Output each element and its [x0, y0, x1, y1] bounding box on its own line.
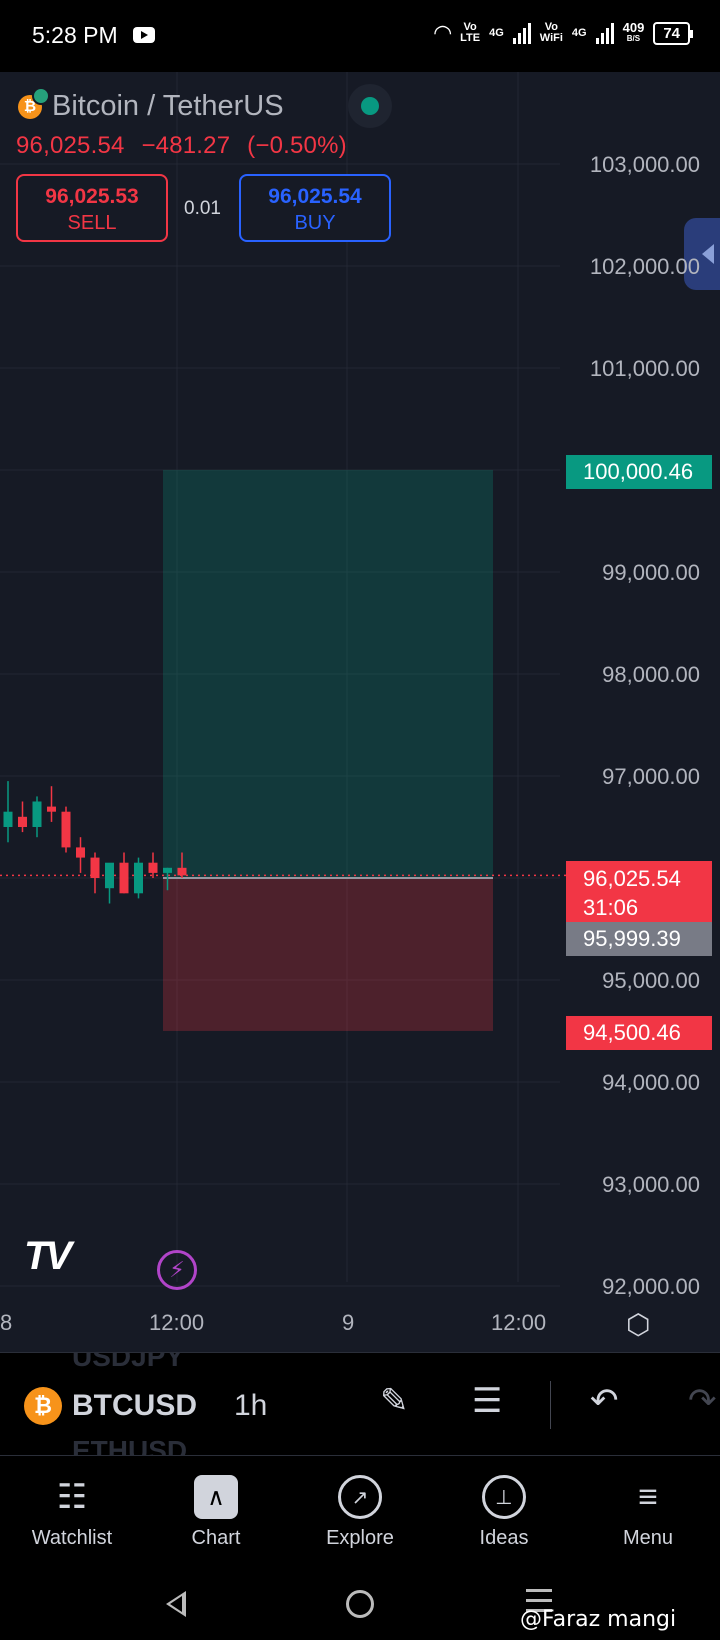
- candle-body: [61, 811, 71, 848]
- candle-body: [148, 862, 158, 873]
- market-open-status-icon[interactable]: [348, 84, 392, 128]
- price-axis-label: 102,000.00: [589, 254, 700, 279]
- price-axis-label: 97,000.00: [602, 764, 700, 789]
- nav-watchlist[interactable]: ☷ Watchlist: [0, 1457, 144, 1569]
- chart-icon: ∧: [194, 1475, 238, 1519]
- candle-body: [18, 816, 27, 827]
- vowifi-indicator: Vo WiFi: [539, 21, 563, 44]
- buy-button[interactable]: 96,025.54 BUY: [239, 174, 391, 242]
- nav-explore[interactable]: ↗ Explore: [288, 1457, 432, 1569]
- take-profit-price-tag[interactable]: 100,000.46: [566, 455, 712, 489]
- price-axis-label: 101,000.00: [589, 356, 700, 381]
- bottom-navigation: ☷ Watchlist ∧ Chart ↗ Explore ⊥ Ideas ≡ …: [0, 1457, 720, 1569]
- spread-value: 0.01: [184, 198, 221, 219]
- nav-chart[interactable]: ∧ Chart: [144, 1457, 288, 1569]
- price-axis-label: 94,000.00: [602, 1070, 700, 1095]
- compass-icon: ↗: [338, 1475, 382, 1519]
- status-icons: ◠ Vo LTE 4G Vo WiFi 4G 409 B/S 74: [434, 20, 693, 46]
- candle-body: [90, 857, 100, 878]
- sell-button[interactable]: 96,025.53 SELL: [16, 174, 168, 242]
- buy-price: 96,025.54: [268, 185, 362, 208]
- list-icon: ☷: [56, 1478, 88, 1516]
- network-type-1: 4G: [489, 27, 504, 39]
- network-type-2: 4G: [571, 27, 587, 39]
- symbol-selector[interactable]: BTCUSDT: [72, 1389, 196, 1423]
- price-axis-label: 92,000.00: [602, 1274, 700, 1299]
- candle-body: [119, 862, 129, 894]
- loss-zone: [163, 878, 493, 1031]
- battery-icon: 74: [653, 21, 693, 45]
- bitcoin-icon[interactable]: ₿: [24, 1387, 62, 1425]
- nav-menu[interactable]: ≡ Menu: [576, 1457, 720, 1569]
- system-navigation-bar: @Faraz mangi: [0, 1569, 720, 1640]
- bitcoin-tether-icon: ₿: [18, 86, 50, 119]
- entry-price-tag[interactable]: 95,999.39: [566, 922, 712, 956]
- ghost-symbol-below: ETHUSD: [72, 1435, 188, 1456]
- signal-icon-1: [512, 22, 531, 44]
- redo-icon[interactable]: ↷: [688, 1381, 717, 1421]
- last-price: 96,025.54: [16, 132, 125, 159]
- price-change-percent: (−0.50%): [247, 132, 347, 159]
- indicators-sliders-icon[interactable]: ☰: [472, 1381, 502, 1421]
- ghost-symbol-above: USDJPY: [72, 1352, 185, 1372]
- candle-body: [76, 847, 85, 858]
- candle-body: [32, 801, 42, 827]
- price-axis-label: 95,000.00: [602, 968, 700, 993]
- time-axis-label: 12:00: [149, 1310, 205, 1335]
- clock: 5:28 PM: [32, 22, 118, 48]
- symbol-title[interactable]: Bitcoin / TetherUS: [52, 90, 284, 123]
- candle-body: [177, 867, 187, 876]
- current-price-tag: 96,025.54 31:06: [566, 861, 712, 925]
- price-axis-label: 103,000.00: [589, 152, 700, 177]
- price-axis-label: 98,000.00: [602, 662, 700, 687]
- stop-loss-price-tag[interactable]: 94,500.46: [566, 1016, 712, 1050]
- drawing-pen-icon[interactable]: ✎: [380, 1381, 409, 1421]
- undo-icon[interactable]: ↶: [590, 1381, 619, 1421]
- price-change-line: 96,025.54 −481.27 (−0.50%): [16, 132, 357, 160]
- tradingview-logo: TV: [24, 1234, 72, 1278]
- sell-label: SELL: [67, 212, 117, 234]
- profit-zone: [163, 469, 493, 879]
- nav-ideas[interactable]: ⊥ Ideas: [432, 1457, 576, 1569]
- lightbulb-icon: ⊥: [482, 1475, 526, 1519]
- time-axis-label: 12:00: [491, 1310, 547, 1335]
- time-axis-label: 8: [0, 1310, 13, 1335]
- bar-countdown: 31:06: [583, 895, 639, 920]
- chart-settings-icon[interactable]: ⬡: [626, 1308, 650, 1341]
- toolbar-divider: [550, 1381, 551, 1429]
- signal-icon-2: [595, 22, 614, 44]
- candle-body: [47, 806, 56, 812]
- current-price: 96,025.54: [583, 866, 681, 891]
- candle-body: [134, 862, 143, 894]
- candle-body: [105, 862, 114, 889]
- candle-body: [3, 811, 13, 827]
- status-bar: 5:28 PM ◠ Vo LTE 4G Vo WiFi 4G 409 B/S 7…: [0, 0, 720, 72]
- hamburger-menu-icon: ≡: [638, 1477, 658, 1516]
- data-speed: 409 B/S: [622, 20, 645, 43]
- lightning-icon[interactable]: ⚡: [157, 1250, 197, 1290]
- time-axis-label: 9: [342, 1310, 355, 1335]
- price-change: −481.27: [141, 132, 231, 159]
- youtube-notification-icon: [133, 27, 155, 43]
- volte-indicator: Vo LTE: [460, 21, 481, 44]
- back-icon[interactable]: [166, 1591, 186, 1617]
- symbol-header[interactable]: ₿ Bitcoin / TetherUS: [18, 84, 392, 128]
- chart-toolbar: USDJPY ETHUSD ₿ BTCUSDT 1h ✎ ☰ ↶ ↷: [0, 1352, 720, 1456]
- sell-price: 96,025.53: [45, 185, 139, 208]
- price-axis-label: 93,000.00: [602, 1172, 700, 1197]
- interval-selector[interactable]: 1h: [234, 1389, 267, 1423]
- home-icon[interactable]: [346, 1590, 374, 1618]
- price-axis-label: 99,000.00: [602, 560, 700, 585]
- wifi-icon: ◠: [434, 20, 452, 45]
- watermark: @Faraz mangi: [520, 1607, 677, 1632]
- candle-body: [163, 867, 172, 873]
- buy-label: BUY: [294, 212, 336, 234]
